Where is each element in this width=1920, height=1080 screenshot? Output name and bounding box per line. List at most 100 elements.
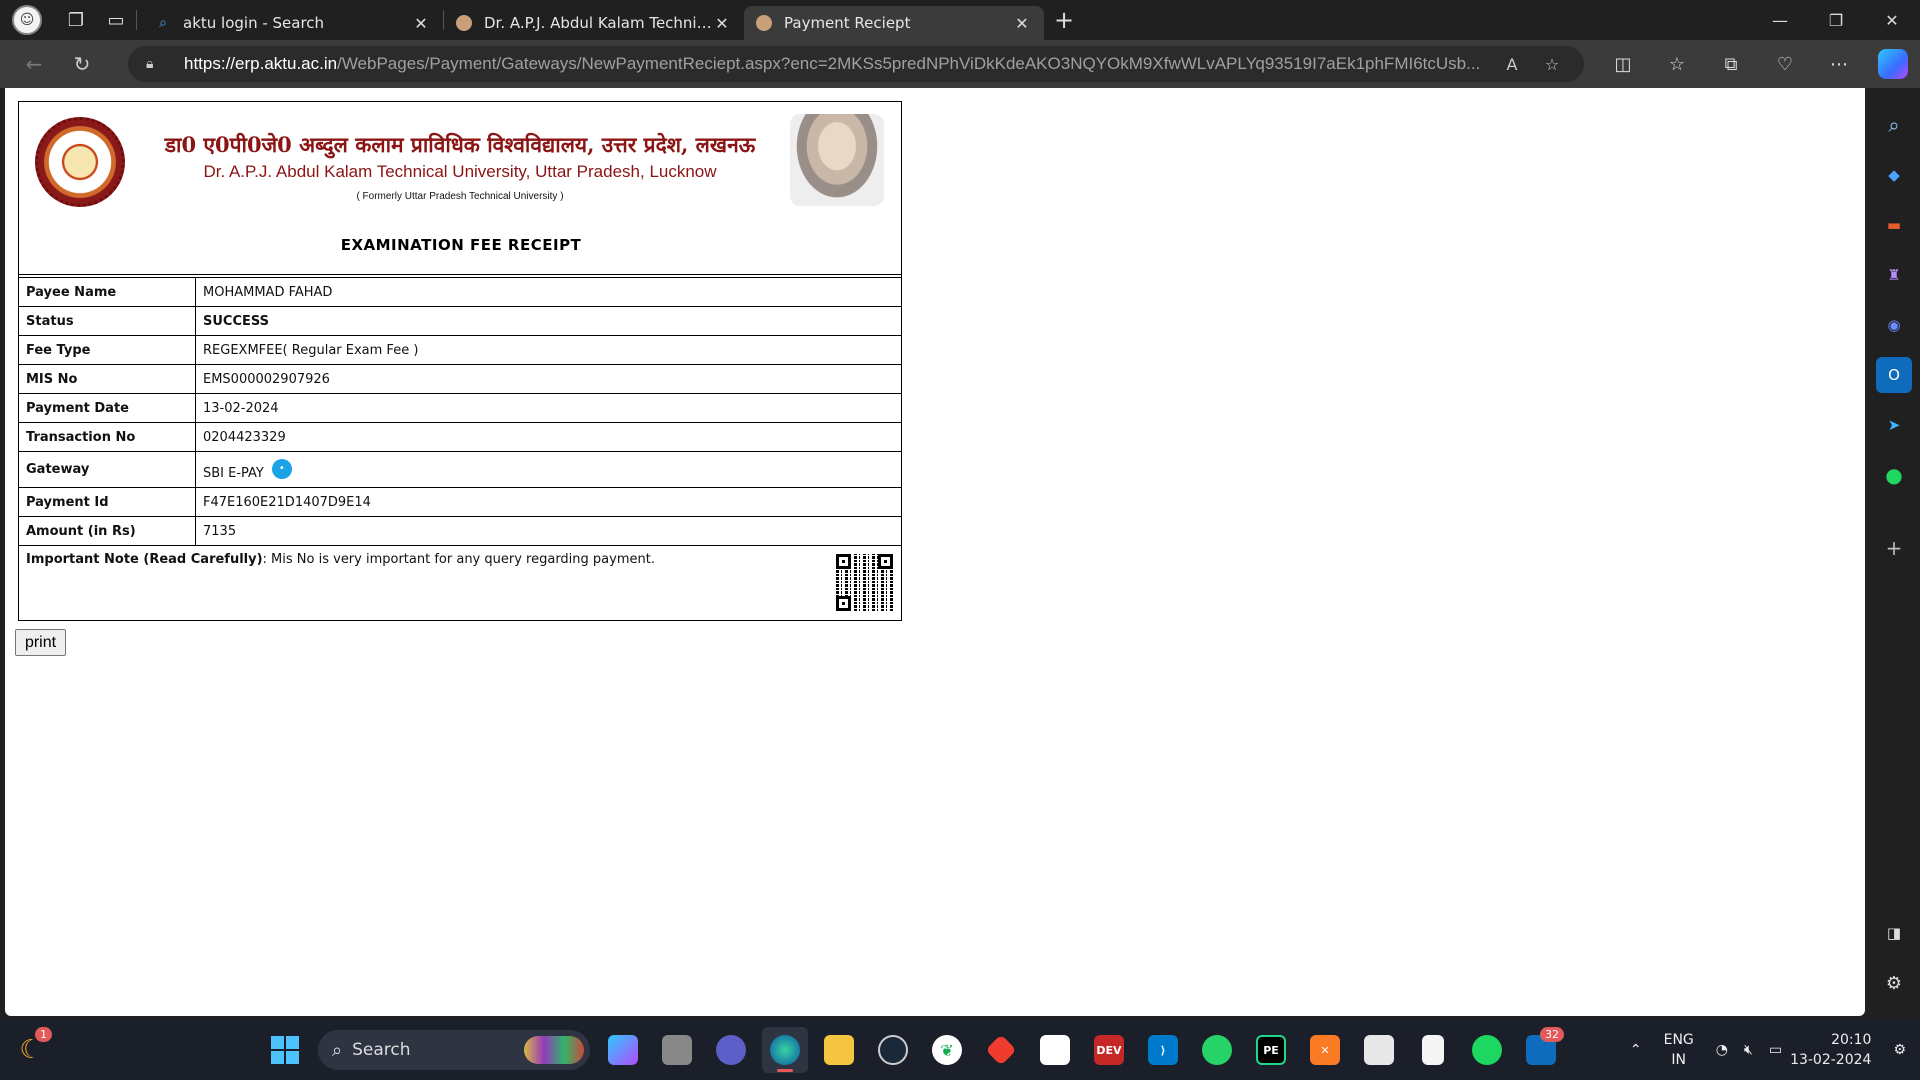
notifications-icon[interactable]: ⚙ (1893, 1042, 1906, 1058)
search-icon: ⌕ (159, 15, 167, 31)
search-placeholder: Search (352, 1040, 411, 1060)
formerly-text: ( Formerly Uttar Pradesh Technical Unive… (356, 191, 564, 202)
clock-time: 20:10 (1831, 1032, 1872, 1048)
row-label: Gateway (19, 452, 196, 487)
window-controls: — ❐ ✕ (1752, 0, 1920, 40)
new-tab-icon[interactable]: + (1044, 6, 1084, 34)
back-icon[interactable]: ← (10, 44, 58, 84)
receipt-table: Payee Name MOHAMMAD FAHAD Status SUCCESS… (19, 277, 901, 545)
taskbar-mongodb[interactable]: ❦ (924, 1027, 970, 1073)
favorite-star-icon[interactable]: ☆ (1532, 55, 1572, 74)
restore-icon[interactable]: ❐ (1808, 0, 1864, 40)
close-window-icon[interactable]: ✕ (1864, 0, 1920, 40)
profile-avatar[interactable]: ☺ (12, 5, 42, 35)
taskbar-mail[interactable]: 32 (1518, 1027, 1564, 1073)
taskbar-store[interactable] (1032, 1027, 1078, 1073)
tab-title: Payment Reciept (784, 14, 911, 32)
print-button[interactable]: print (15, 629, 66, 656)
favorites-icon[interactable]: ☆ (1650, 44, 1704, 84)
taskbar-task-view[interactable] (654, 1027, 700, 1073)
wifi-icon[interactable]: ◔ (1716, 1042, 1728, 1058)
taskbar-teams[interactable] (708, 1027, 754, 1073)
outlook-icon[interactable]: O (1876, 357, 1912, 393)
taskbar-search[interactable]: ⌕ Search (318, 1030, 590, 1070)
taskbar-spotify[interactable] (1464, 1027, 1510, 1073)
taskbar-copilot[interactable] (600, 1027, 646, 1073)
taskbar-devcpp[interactable]: DEV (1086, 1027, 1132, 1073)
row-label: Status (19, 307, 196, 335)
copilot-icon[interactable] (1866, 44, 1920, 84)
tab-aktu[interactable]: Dr. A.P.J. Abdul Kalam Technical U ✕ (444, 6, 744, 40)
receipt-header: डा0 ए0पी0जे0 अब्दुल कलाम प्राविधिक विश्व… (19, 102, 901, 275)
chevron-up-icon[interactable]: ⌃ (1630, 1042, 1642, 1058)
url-text[interactable]: https://erp.aktu.ac.in/WebPages/Payment/… (184, 54, 1492, 74)
start-button[interactable] (262, 1027, 308, 1073)
search-icon[interactable]: ⌕ (1876, 107, 1912, 143)
taskbar-editor[interactable] (1356, 1027, 1402, 1073)
split-screen-icon[interactable]: ◫ (1596, 44, 1650, 84)
row-value: EMS000002907926 (203, 371, 330, 387)
weather-widget[interactable]: ☾ 1 (8, 1027, 54, 1073)
row-value: 13-02-2024 (203, 400, 279, 416)
clock[interactable]: 20:10 13-02-2024 (1790, 1030, 1871, 1070)
taskbar-file-explorer[interactable] (816, 1027, 862, 1073)
taskbar-steam[interactable] (870, 1027, 916, 1073)
row-value: MOHAMMAD FAHAD (203, 284, 333, 300)
taskbar-notepad[interactable] (1410, 1027, 1456, 1073)
important-note: Important Note (Read Carefully): Mis No … (19, 545, 901, 620)
portrait-image (790, 114, 884, 206)
browser-essentials-icon[interactable]: ♡ (1758, 44, 1812, 84)
more-icon[interactable]: ⋯ (1812, 44, 1866, 84)
aktu-favicon-icon (456, 15, 472, 31)
row-label: MIS No (19, 365, 196, 393)
tab-payment-receipt[interactable]: Payment Reciept ✕ (744, 6, 1044, 40)
lock-icon[interactable]: 🔒︎ (146, 56, 170, 72)
info-icon[interactable]: • (271, 458, 292, 479)
refresh-icon[interactable]: ↻ (58, 44, 106, 84)
taskbar-xampp[interactable]: ✕ (1302, 1027, 1348, 1073)
tools-briefcase-icon[interactable]: ▬ (1876, 207, 1912, 243)
close-icon[interactable]: ✕ (1012, 14, 1032, 33)
copilot-sidebar-icon[interactable]: ◉ (1876, 307, 1912, 343)
send-icon[interactable]: ➤ (1876, 407, 1912, 443)
games-icon[interactable]: ♜ (1876, 257, 1912, 293)
table-row: Gateway SBI E-PAY • (19, 451, 901, 487)
minimize-icon[interactable]: — (1752, 0, 1808, 40)
address-toolbar: ← ↻ 🔒︎ https://erp.aktu.ac.in/WebPages/P… (0, 40, 1920, 88)
collections-icon[interactable]: ⧉ (1704, 44, 1758, 84)
row-value: 0204423329 (203, 429, 286, 445)
row-label: Payment Id (19, 488, 196, 516)
read-aloud-icon[interactable]: A (1492, 55, 1532, 74)
taskbar-whatsapp[interactable] (1194, 1027, 1240, 1073)
add-icon[interactable]: + (1876, 530, 1912, 566)
volume-muted-icon[interactable]: 🔇︎ (1744, 1042, 1753, 1058)
taskbar-git[interactable] (978, 1027, 1024, 1073)
language-indicator[interactable]: ENG IN (1664, 1030, 1694, 1070)
tab-search[interactable]: ⌕ aktu login - Search ✕ (143, 6, 443, 40)
hide-sidebar-icon[interactable]: ◨ (1876, 915, 1912, 951)
battery-icon[interactable]: ▭ (1769, 1042, 1782, 1058)
row-label: Transaction No (19, 423, 196, 451)
tab-title: Dr. A.P.J. Abdul Kalam Technical U (484, 14, 712, 32)
table-row: Status SUCCESS (19, 306, 901, 335)
tab-separator (136, 10, 137, 30)
address-bar[interactable]: 🔒︎ https://erp.aktu.ac.in/WebPages/Payme… (128, 46, 1584, 82)
taskbar-pycharm[interactable]: PE (1248, 1027, 1294, 1073)
url-host: https://erp.aktu.ac.in (184, 54, 338, 73)
row-value: F47E160E21D1407D9E14 (203, 494, 371, 510)
taskbar-vscode[interactable]: ⟩ (1140, 1027, 1186, 1073)
table-row: Payment Date 13-02-2024 (19, 393, 901, 422)
tab-actions-icon[interactable]: ▭ (96, 0, 136, 40)
shopping-tag-icon[interactable]: ◆ (1876, 157, 1912, 193)
taskbar-edge[interactable] (762, 1027, 808, 1073)
row-label: Amount (in Rs) (19, 517, 196, 545)
close-icon[interactable]: ✕ (411, 14, 431, 33)
row-value: SBI E-PAY (203, 466, 264, 481)
spotify-icon[interactable]: ● (1876, 457, 1912, 493)
close-icon[interactable]: ✕ (712, 14, 732, 33)
workspaces-icon[interactable]: ❐ (56, 0, 96, 40)
row-label: Payment Date (19, 394, 196, 422)
settings-gear-icon[interactable]: ⚙ (1876, 965, 1912, 1001)
gateway-cell: SBI E-PAY • (196, 452, 901, 487)
url-path: /WebPages/Payment/Gateways/NewPaymentRec… (337, 54, 1481, 73)
